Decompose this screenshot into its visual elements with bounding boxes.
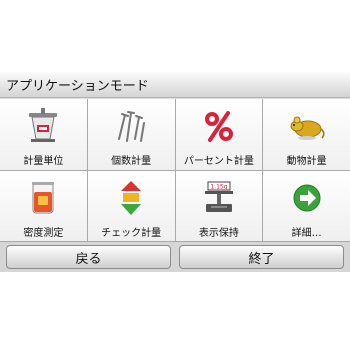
back-button[interactable]: 戻る <box>6 245 171 269</box>
parts-counting-icon <box>111 105 151 147</box>
page-title: アプリケーションモード <box>6 79 149 94</box>
tile-more[interactable]: 詳細… <box>263 170 350 241</box>
scale-unit-icon <box>23 105 63 147</box>
tile-label: 個数計量 <box>111 156 152 167</box>
tile-display-hold[interactable]: 1.15g 表示保持 <box>175 170 263 241</box>
tile-parts-counting[interactable]: 個数計量 <box>87 99 175 170</box>
more-arrow-icon <box>287 177 327 219</box>
tile-label: 詳細… <box>291 227 322 239</box>
display-hold-scale-icon: 1.15g <box>199 177 239 219</box>
tile-percent-weighing[interactable]: パーセント計量 <box>175 99 263 170</box>
animal-mouse-icon <box>287 105 327 147</box>
tile-label: 密度測定 <box>23 227 64 239</box>
tile-label: パーセント計量 <box>183 156 254 167</box>
density-beaker-icon <box>23 177 63 219</box>
tile-label: 動物計量 <box>286 156 327 167</box>
tile-weighing-units[interactable]: 計量単位 <box>0 99 87 170</box>
tile-check-weighing[interactable]: チェック計量 <box>87 170 175 241</box>
application-mode-screen: アプリケーションモード 計量単位 個数計量 パーセント計量 動物計量 密度測定 … <box>0 72 350 272</box>
exit-button[interactable]: 終了 <box>179 245 344 269</box>
tile-label: 表示保持 <box>198 227 239 239</box>
title-bar: アプリケーションモード <box>0 72 350 98</box>
percent-icon <box>199 105 239 147</box>
tile-label: チェック計量 <box>101 227 162 239</box>
application-grid: 計量単位 個数計量 パーセント計量 動物計量 密度測定 チェック計量 1.15g… <box>0 99 350 242</box>
tile-animal-weighing[interactable]: 動物計量 <box>263 99 350 170</box>
check-weighing-arrows-icon <box>111 177 151 219</box>
footer-bar: 戻る 終了 <box>0 242 350 272</box>
tile-density-determination[interactable]: 密度測定 <box>0 170 87 241</box>
tile-label: 計量単位 <box>23 156 64 167</box>
svg-text:1.15g: 1.15g <box>210 183 227 190</box>
